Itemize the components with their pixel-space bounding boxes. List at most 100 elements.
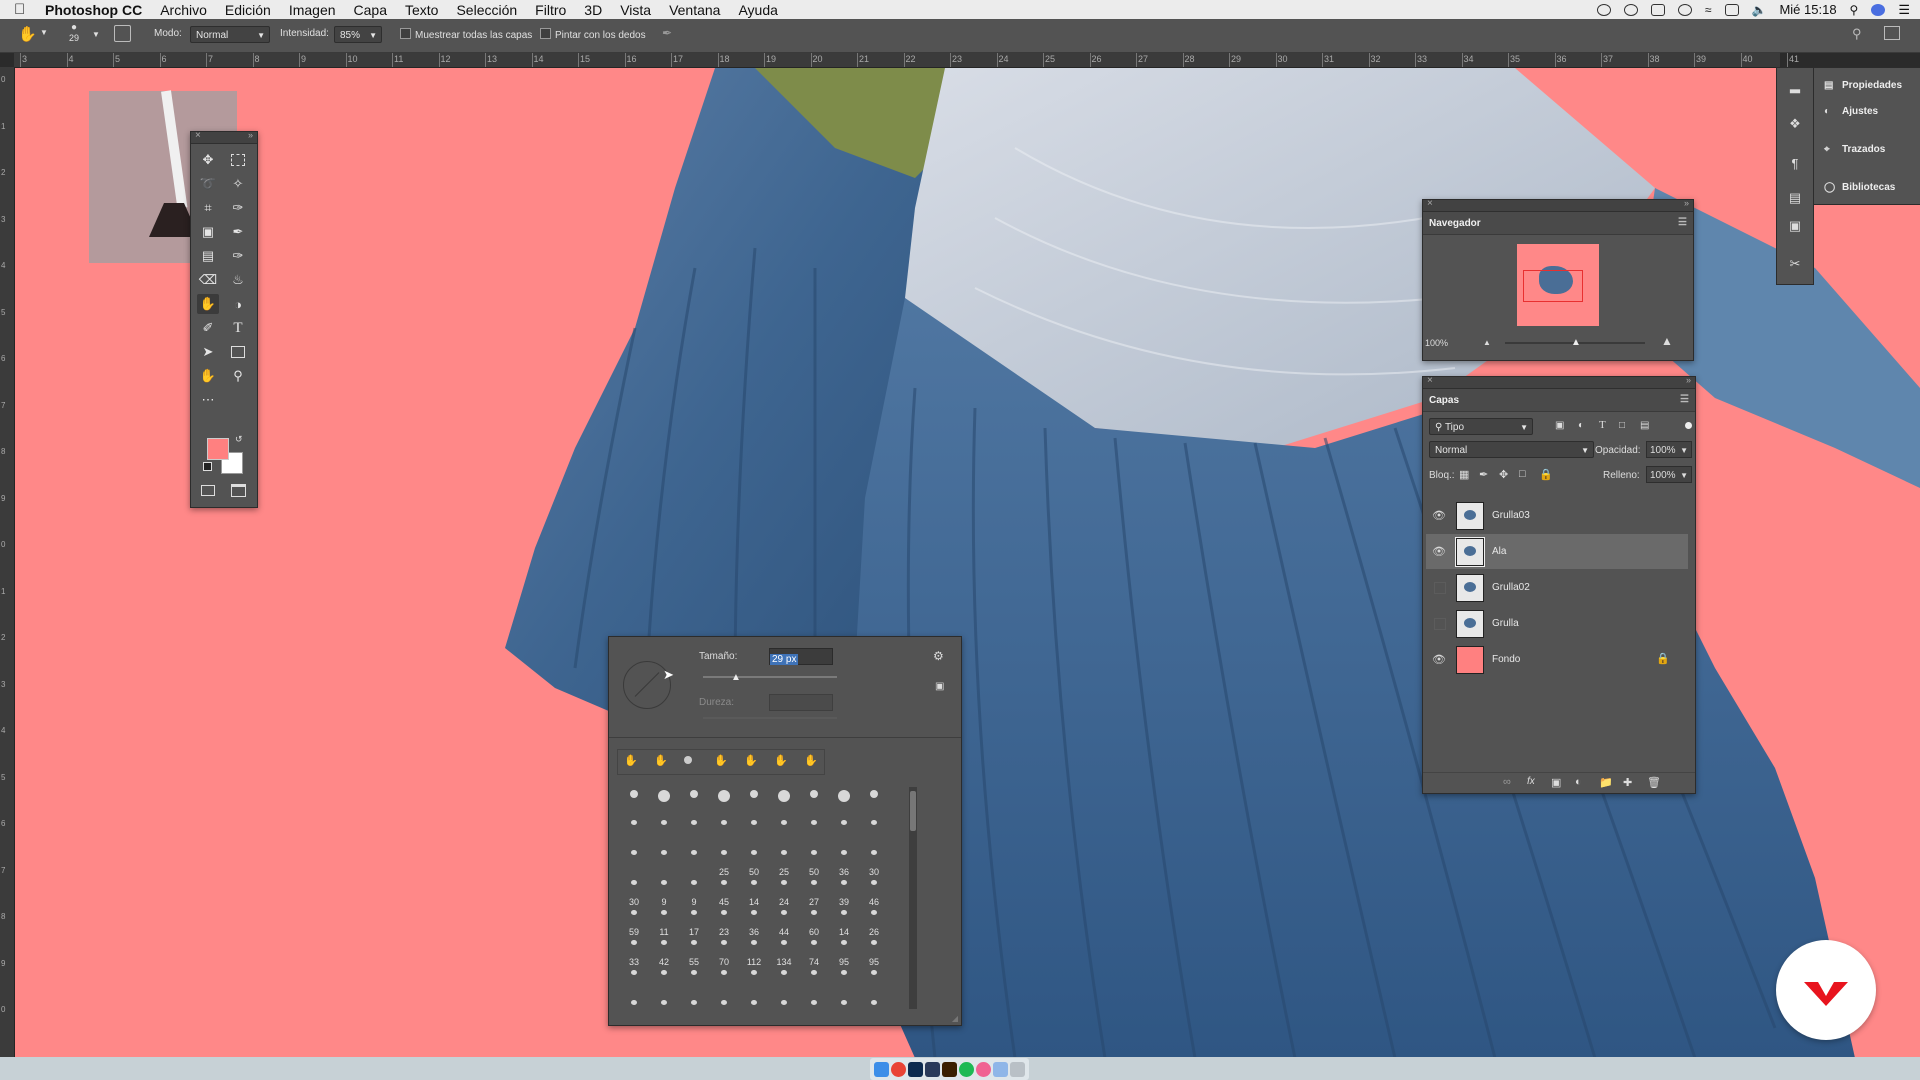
crop-tool-icon[interactable]: ⌗ [197, 198, 219, 218]
pen-tool-icon[interactable]: ✐ [197, 318, 219, 338]
link-layers-icon[interactable]: ∞ [1503, 776, 1511, 788]
visibility-eye-hidden-icon[interactable] [1434, 582, 1446, 594]
paint-bucket-tool-icon[interactable]: ♨ [227, 270, 249, 290]
rectangle-tool-icon[interactable] [227, 342, 249, 362]
brush-preset-item[interactable] [709, 817, 739, 847]
brush-preset-item[interactable] [829, 997, 859, 1027]
finder-icon[interactable] [874, 1061, 889, 1077]
location-icon[interactable] [1677, 3, 1692, 16]
filter-pixel-icon[interactable]: ▣ [1555, 420, 1564, 431]
notes-icon[interactable]: ▣ [1786, 218, 1804, 234]
chrome-icon[interactable] [891, 1061, 906, 1077]
brush-preset-item[interactable] [709, 997, 739, 1027]
brush-preset-item[interactable] [619, 787, 649, 817]
recent-brush-icon[interactable]: ✋ [804, 754, 818, 767]
paragraph-icon[interactable]: ¶ [1786, 156, 1804, 172]
menu-ayuda[interactable]: Ayuda [738, 2, 777, 18]
new-layer-icon[interactable]: ✚ [1623, 776, 1632, 789]
zoom-in-icon[interactable]: ▲ [1661, 334, 1673, 348]
settings-gear-icon[interactable]: ⚙ [933, 649, 944, 663]
brush-preset-item[interactable] [679, 847, 709, 877]
properties-panel-button[interactable]: ▤ Propiedades [1824, 80, 1902, 91]
layer-name[interactable]: Grulla02 [1492, 582, 1530, 593]
brush-preset-item[interactable] [739, 967, 769, 997]
pressure-icon[interactable]: ✒ [662, 26, 672, 40]
brush-tool-icon[interactable]: ✒ [227, 222, 249, 242]
libraries-panel-button[interactable]: ◯ Bibliotecas [1824, 182, 1895, 193]
panel-menu-icon[interactable]: ☰ [1680, 394, 1689, 405]
brush-preset-item[interactable] [619, 847, 649, 877]
menu-seleccion[interactable]: Selección [456, 2, 517, 18]
clone-stamp-tool-icon[interactable]: ▤ [197, 246, 219, 266]
close-icon[interactable]: × [1427, 198, 1433, 209]
adjustment-layer-icon[interactable]: ◐ [1575, 776, 1582, 788]
wifi-icon[interactable]: ≈ [1705, 3, 1712, 17]
brush-presets-grid[interactable]: 25 50 25 50 36 30 30 9 9 45 14 24 27 39 46 59 11 17 23 36 44… [619, 787, 919, 1012]
brush-preset-item[interactable] [769, 817, 799, 847]
brush-preset-item[interactable] [649, 967, 679, 997]
brush-preset-item[interactable]: 95 [859, 937, 889, 967]
filter-smartobject-icon[interactable]: ▤ [1640, 420, 1649, 431]
layer-row-grulla02[interactable]: Grulla02 [1426, 570, 1688, 605]
tool-presets-icon[interactable]: ✂ [1786, 256, 1804, 272]
layer-name[interactable]: Grulla [1492, 618, 1519, 629]
healing-brush-tool-icon[interactable]: ▣ [197, 222, 219, 242]
brush-panel-toggle-icon[interactable] [114, 25, 131, 42]
recent-brush-icon[interactable]: ✋ [624, 754, 638, 767]
finger-painting-checkbox[interactable]: Pintar con los dedos [540, 28, 646, 41]
illustrator-icon[interactable] [942, 1061, 957, 1077]
brush-preset-item[interactable]: 134 [769, 937, 799, 967]
brush-preset-item[interactable]: 42 [649, 937, 679, 967]
layer-name[interactable]: Ala [1492, 546, 1506, 557]
folder-icon[interactable] [993, 1061, 1008, 1077]
size-input[interactable]: 29 px [769, 648, 833, 665]
hand-tool-icon[interactable]: ✋ [197, 366, 219, 386]
notification-center-icon[interactable]: ☰ [1898, 2, 1910, 18]
brush-preset-item[interactable] [679, 787, 709, 817]
layer-row-fondo[interactable]: 👁 Fondo 🔒 [1426, 642, 1688, 677]
brush-preset-item[interactable]: 25 [709, 847, 739, 877]
lock-transparent-icon[interactable]: ▦ [1459, 468, 1469, 481]
brush-preset-item[interactable]: 95 [829, 937, 859, 967]
brush-preset-item[interactable] [799, 997, 829, 1027]
brush-preset-item[interactable] [619, 817, 649, 847]
layer-effects-icon[interactable]: fx [1527, 776, 1535, 787]
itunes-icon[interactable] [976, 1061, 991, 1077]
menu-edicion[interactable]: Edición [225, 2, 271, 18]
menu-filtro[interactable]: Filtro [535, 2, 566, 18]
brush-preset-item[interactable]: 9 [679, 877, 709, 907]
histogram-icon[interactable]: ▂ [1786, 78, 1804, 94]
zoom-slider[interactable]: ▲ [1505, 337, 1645, 348]
menu-imagen[interactable]: Imagen [289, 2, 336, 18]
trash-icon[interactable] [1010, 1061, 1025, 1077]
brush-preset-item[interactable]: 30 [619, 877, 649, 907]
brush-preset-item[interactable] [739, 817, 769, 847]
brush-preset-item[interactable] [709, 967, 739, 997]
swap-colors-icon[interactable]: ↺ [235, 434, 243, 445]
brush-preset-item[interactable]: 9 [649, 877, 679, 907]
brush-preset-item[interactable]: 36 [829, 847, 859, 877]
brush-preset-item[interactable]: 36 [739, 907, 769, 937]
brush-preset-item[interactable] [679, 997, 709, 1027]
brush-preset-item[interactable] [859, 817, 889, 847]
brush-preset-item[interactable] [769, 997, 799, 1027]
new-preset-icon[interactable]: ▣ [935, 681, 944, 692]
brush-preset-item[interactable]: 112 [739, 937, 769, 967]
size-slider[interactable]: ▲ [703, 672, 837, 683]
search-icon[interactable]: ⚲ [1852, 26, 1862, 42]
tools-panel-header[interactable]: ×» [191, 130, 257, 144]
intensity-input[interactable]: 85% ▼ [334, 26, 382, 43]
layers-panel-header[interactable]: ×» [1423, 375, 1695, 389]
opacity-input[interactable]: 100% ▼ [1646, 441, 1692, 458]
ruler-vertical[interactable]: 0 1 2 3 4 5 6 7 8 9 0 1 2 3 4 5 6 7 8 9 0 [0, 67, 15, 1057]
navigator-preview[interactable] [1517, 244, 1599, 326]
brush-preset-item[interactable] [829, 787, 859, 817]
brush-preset-item[interactable] [769, 967, 799, 997]
more-tools-icon[interactable]: ⋯ [197, 390, 219, 410]
zoom-out-icon[interactable]: ▲ [1483, 338, 1491, 347]
brush-preset-item[interactable]: 24 [769, 877, 799, 907]
brush-preset-item[interactable]: 26 [859, 907, 889, 937]
zoom-slider-handle[interactable]: ▲ [1571, 337, 1581, 348]
layer-filter-select[interactable]: ⚲ Tipo ▼ [1429, 418, 1533, 435]
eyedropper-tool-icon[interactable]: ✑ [227, 198, 249, 218]
